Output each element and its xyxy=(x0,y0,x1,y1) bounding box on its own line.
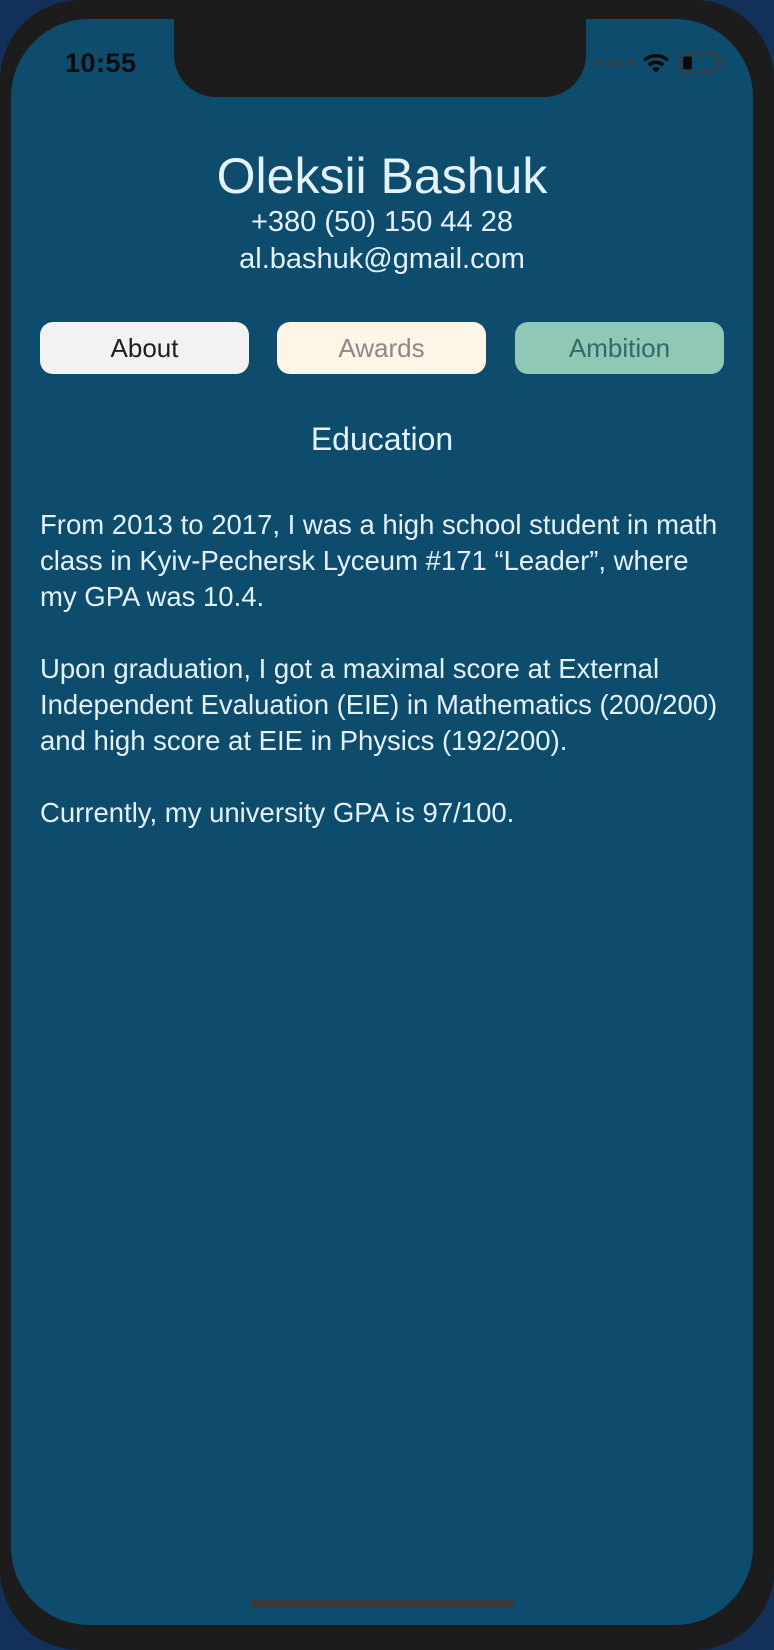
wifi-icon xyxy=(641,52,671,74)
profile-email[interactable]: al.bashuk@gmail.com xyxy=(11,243,753,276)
section-content: From 2013 to 2017, I was a high school s… xyxy=(40,507,730,867)
status-time: 10:55 xyxy=(65,48,137,78)
profile-name: Oleksii Bashuk xyxy=(216,148,548,204)
device-notch xyxy=(174,19,586,97)
tab-ambition[interactable]: Ambition xyxy=(515,322,724,374)
tab-about[interactable]: About xyxy=(40,322,249,374)
home-indicator[interactable] xyxy=(250,1600,514,1608)
profile-phone[interactable]: +380 (50) 150 44 28 xyxy=(11,206,753,239)
tab-awards[interactable]: Awards xyxy=(277,322,486,374)
section-title: Education xyxy=(310,421,454,457)
status-indicators xyxy=(597,52,723,74)
cellular-signal-icon xyxy=(597,60,633,66)
paragraph: Upon graduation, I got a maximal score a… xyxy=(40,653,718,756)
paragraph: From 2013 to 2017, I was a high school s… xyxy=(40,509,718,612)
app-screen: 10:55 Oleksii Bashuk +380 (50) 150 44 28… xyxy=(11,19,753,1625)
battery-icon xyxy=(679,52,723,74)
paragraph: Currently, my university GPA is 97/100. xyxy=(40,797,515,828)
device-frame: 10:55 Oleksii Bashuk +380 (50) 150 44 28… xyxy=(0,0,774,1650)
